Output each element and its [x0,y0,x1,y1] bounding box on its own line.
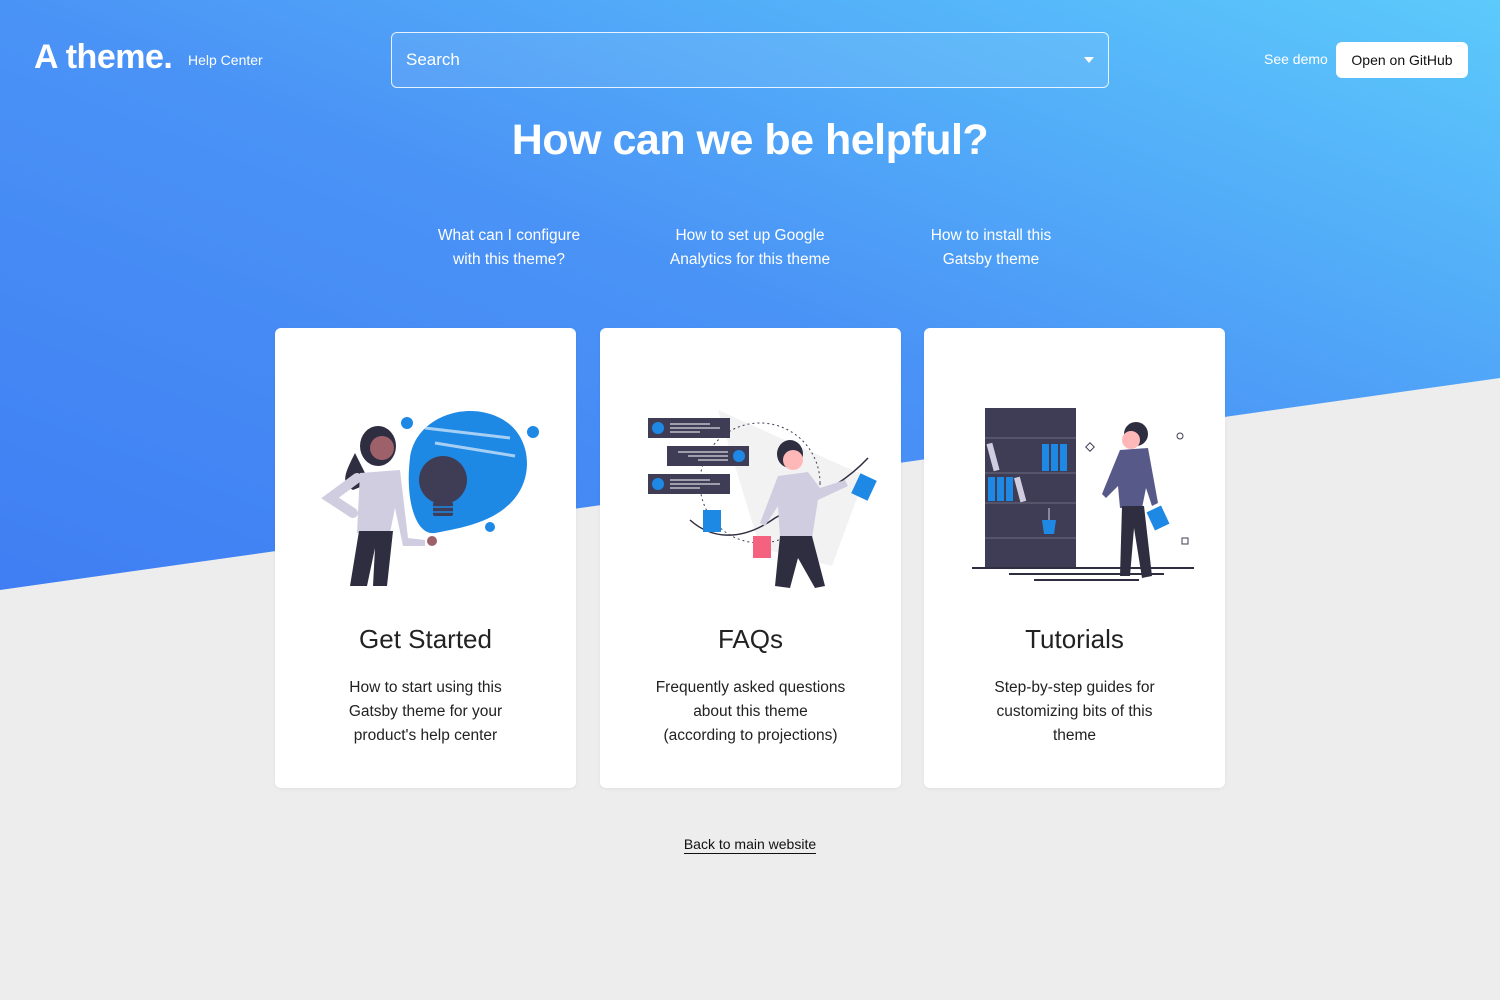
open-on-github-button[interactable]: Open on GitHub [1336,42,1468,78]
card-faqs[interactable]: FAQs Frequently asked questions about th… [600,328,901,788]
popular-link-configure[interactable]: What can I configure with this theme? [424,224,594,272]
card-title: Tutorials [1025,624,1124,654]
card-description: Step-by-step guides for customizing bits… [994,679,1155,744]
back-link-container: Back to main website [0,836,1500,854]
back-to-main-website-link[interactable]: Back to main website [683,836,817,854]
popular-link-analytics[interactable]: How to set up Google Analytics for this … [665,224,835,272]
faq-illustration [648,410,877,588]
card-description: Frequently asked questions about this th… [655,679,846,744]
search-field[interactable] [391,32,1109,88]
card-title: Get Started [359,624,492,654]
card-get-started[interactable]: Get Started How to start using this Gats… [275,328,576,788]
bookshelf-illustration [972,408,1194,581]
card-description: How to start using this Gatsby theme for… [348,679,503,744]
site-header: A theme. Help Center See demo Open on Gi… [0,0,1500,120]
chevron-down-icon[interactable] [1084,57,1094,63]
card-tutorials[interactable]: Tutorials Step-by-step guides for custom… [924,328,1225,788]
page-headline: How can we be helpful? [511,116,989,164]
popular-link-install[interactable]: How to install this Gatsby theme [906,224,1076,272]
see-demo-link[interactable]: See demo [1264,51,1328,67]
search-input[interactable] [406,50,1084,70]
lightbulb-illustration [321,411,539,586]
logo-subtitle: Help Center [188,52,263,68]
logo[interactable]: A theme. [34,38,173,77]
card-title: FAQs [717,624,783,654]
